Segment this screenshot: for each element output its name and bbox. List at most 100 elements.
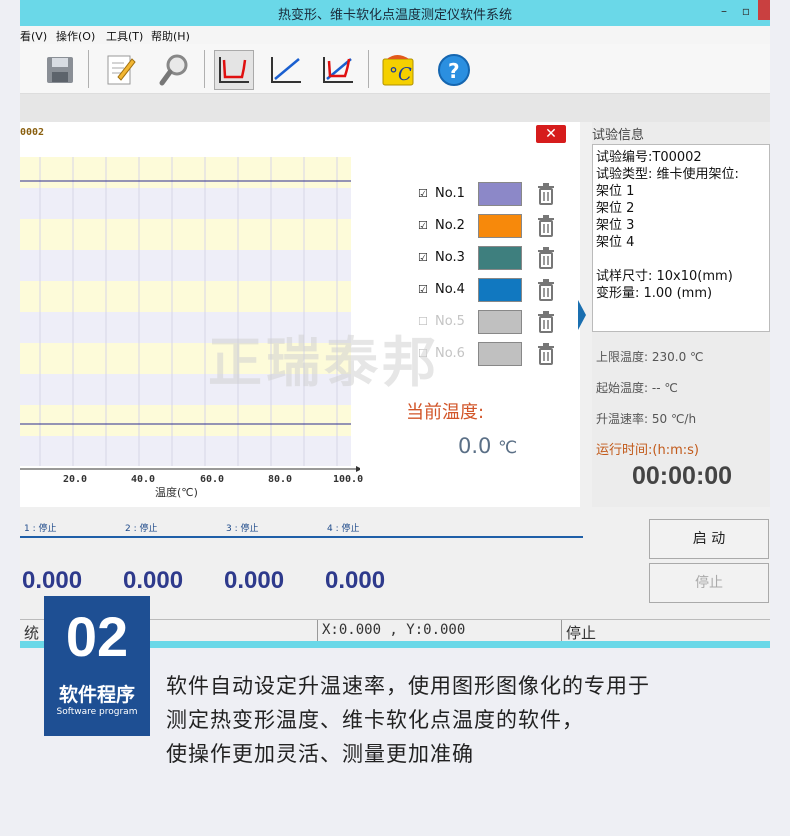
toolbar-separator	[204, 50, 205, 88]
legend-row: ☑ No.2	[418, 214, 568, 240]
legend-row: ☐ No.5	[418, 310, 568, 336]
menu-tools[interactable]: 工具(T)	[106, 28, 143, 44]
info-line: 试验编号:T00002	[596, 150, 702, 165]
legend-color-swatch[interactable]	[478, 214, 522, 238]
legend-label: No.1	[435, 186, 465, 201]
legend-row: ☑ No.1	[418, 182, 568, 208]
curve-temperature-icon[interactable]	[266, 50, 306, 90]
legend-color-swatch[interactable]	[478, 246, 522, 270]
section-badge: 02 软件程序 Software program	[44, 596, 150, 736]
legend-row: ☑ No.3	[418, 246, 568, 272]
toolbar-separator	[368, 50, 369, 88]
test-info-box: 试验编号:T00002 试验类型: 维卡使用架位: 架位 1 架位 2 架位 3…	[592, 144, 770, 332]
station-value: 0.000	[224, 567, 285, 594]
station-status: 3 : 停止	[226, 524, 259, 534]
heating-rate: 升温速率: 50 ℃/h	[596, 412, 697, 426]
description-line: 测定热变形温度、维卡软化点温度的软件，	[166, 708, 584, 732]
start-temp: 起始温度: -- ℃	[596, 381, 678, 395]
x-tick-label: 60.0	[200, 474, 225, 485]
legend-row: ☑ No.4	[418, 278, 568, 304]
info-line: 架位 3	[596, 218, 635, 233]
temperature-icon[interactable]: °C	[378, 50, 418, 90]
station-status: 1 : 停止	[24, 524, 57, 534]
x-tick-label: 80.0	[268, 474, 293, 485]
maximize-button[interactable]: ▫	[736, 2, 756, 22]
status-state: 停止	[566, 624, 597, 642]
watermark: 正瑞泰邦	[208, 331, 440, 394]
minimize-button[interactable]: –	[714, 2, 734, 22]
trash-icon[interactable]	[536, 183, 556, 205]
runtime-label: 运行时间:(h:m:s)	[596, 443, 699, 458]
description-line: 使操作更加灵活、测量更加准确	[166, 742, 474, 766]
stop-button[interactable]: 停止	[649, 563, 769, 603]
station-value: 0.000	[123, 567, 184, 594]
info-line: 试验类型: 维卡使用架位:	[596, 167, 739, 182]
menu-operate[interactable]: 操作(O)	[56, 28, 95, 44]
trash-icon[interactable]	[536, 311, 556, 333]
toolbar: °C ?	[20, 44, 770, 94]
info-line: 架位 2	[596, 201, 635, 216]
x-axis-label: 温度(℃)	[155, 486, 198, 499]
legend-color-swatch[interactable]	[478, 310, 522, 334]
x-tick-label: 40.0	[131, 474, 156, 485]
station-divider	[20, 536, 583, 538]
x-tick-label: 100.0	[333, 474, 364, 485]
legend-checkbox[interactable]: ☑	[418, 284, 430, 296]
save-icon[interactable]	[40, 50, 80, 90]
current-temp-value: 0.0 ℃	[458, 434, 517, 458]
edit-icon[interactable]	[100, 50, 140, 90]
menu-bar: 看(V) 操作(O) 工具(T) 帮助(H)	[20, 26, 770, 44]
upper-limit-temp: 上限温度: 230.0 ℃	[596, 350, 704, 364]
trash-icon[interactable]	[536, 279, 556, 301]
svg-text:?: ?	[448, 59, 460, 83]
panel-expand-arrow[interactable]	[576, 300, 586, 334]
trash-icon[interactable]	[536, 343, 556, 365]
station-value: 0.000	[22, 567, 83, 594]
legend-label: No.4	[435, 282, 465, 297]
info-line: 架位 4	[596, 235, 635, 250]
legend-checkbox[interactable]: ☑	[418, 188, 430, 200]
badge-title: 软件程序	[58, 684, 135, 706]
runtime-value: 00:00:00	[632, 462, 733, 490]
curve-deformation-icon[interactable]	[214, 50, 254, 90]
badge-number: 02	[65, 605, 129, 668]
svg-text:°C: °C	[389, 64, 412, 85]
close-chart-button[interactable]: ✕	[536, 125, 566, 143]
legend-color-swatch[interactable]	[478, 182, 522, 206]
status-coords: X:0.000 , Y:0.000	[318, 620, 562, 642]
legend-checkbox[interactable]: ☑	[418, 220, 430, 232]
toolbar-separator	[88, 50, 89, 88]
badge-subtitle: Software program	[56, 707, 138, 717]
close-window-button[interactable]	[758, 0, 770, 20]
info-line	[596, 251, 766, 268]
legend-color-swatch[interactable]	[478, 278, 522, 302]
start-button[interactable]: 启 动	[649, 519, 769, 559]
info-line: 架位 1	[596, 184, 635, 199]
trash-icon[interactable]	[536, 215, 556, 237]
station-status: 2 : 停止	[125, 524, 158, 534]
station-status: 4 : 停止	[327, 524, 360, 534]
chart-panel: 0002 ✕ 20.0 40.0 60.0 80.0 100.0 温度(℃) ☑…	[20, 122, 580, 507]
search-icon[interactable]	[154, 50, 194, 90]
curve-combined-icon[interactable]	[318, 50, 358, 90]
title-bar: 热变形、维卡软化点温度测定仪软件系统 – ▫	[20, 0, 770, 26]
menu-view[interactable]: 看(V)	[20, 28, 47, 44]
info-line: 变形量: 1.00 (mm)	[596, 286, 713, 301]
legend-row: ☐ No.6	[418, 342, 568, 368]
legend-checkbox[interactable]: ☑	[418, 252, 430, 264]
window-title: 热变形、维卡软化点温度测定仪软件系统	[277, 8, 512, 23]
station-value: 0.000	[325, 567, 386, 594]
app-window: 热变形、维卡软化点温度测定仪软件系统 – ▫ 看(V) 操作(O) 工具(T) …	[20, 0, 770, 648]
legend-label: No.3	[435, 250, 465, 265]
legend-color-swatch[interactable]	[478, 342, 522, 366]
description-line: 软件自动设定升温速率，使用图形图像化的专用于	[166, 674, 650, 698]
legend-label: No.2	[435, 218, 465, 233]
info-line: 试样尺寸: 10x10(mm)	[596, 269, 733, 284]
plot-area	[20, 157, 360, 472]
info-panel: 试验信息 试验编号:T00002 试验类型: 维卡使用架位: 架位 1 架位 2…	[592, 122, 770, 507]
trash-icon[interactable]	[536, 247, 556, 269]
x-tick-label: 20.0	[63, 474, 88, 485]
menu-help[interactable]: 帮助(H)	[151, 28, 190, 44]
info-section-title: 试验信息	[592, 128, 645, 143]
help-icon[interactable]: ?	[434, 50, 474, 90]
